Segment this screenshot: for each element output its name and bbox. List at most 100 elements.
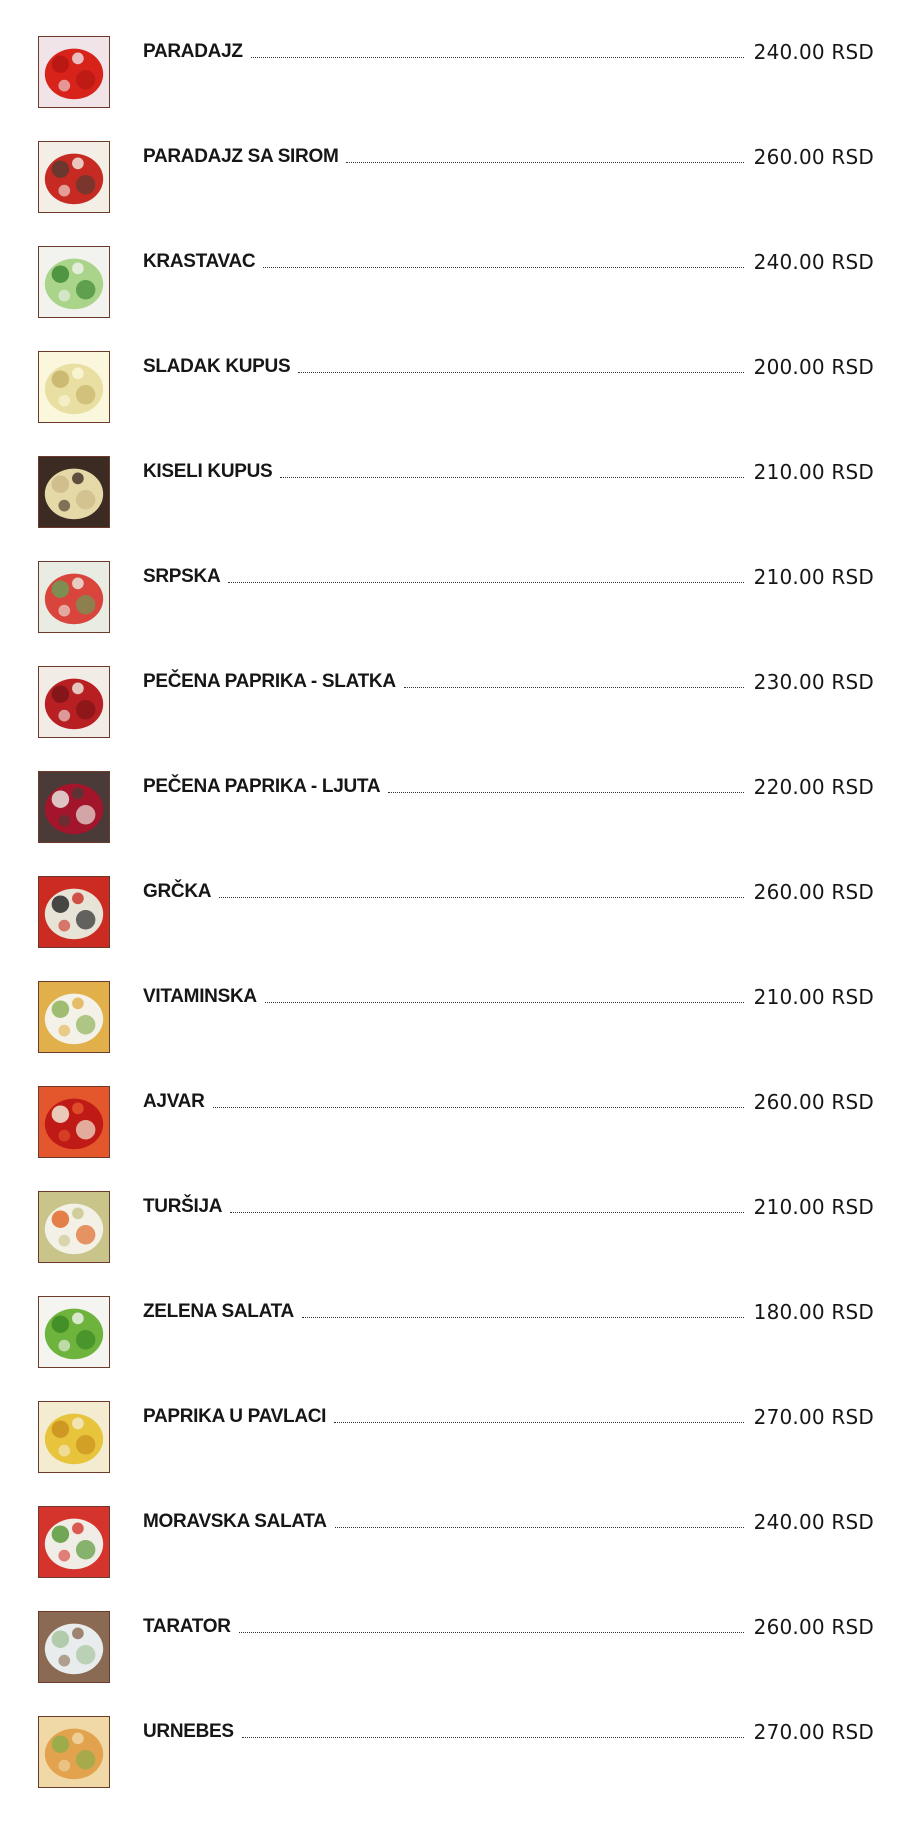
menu-item-row: VITAMINSKA 210.00 RSD: [143, 982, 874, 1008]
dish-name: PEČENA PAPRIKA - LJUTA: [143, 776, 381, 797]
dish-name: PARADAJZ: [143, 41, 243, 62]
pepper-in-cream-photo[interactable]: [38, 1401, 110, 1473]
dotted-leader: [263, 266, 744, 268]
dish-price: 230.00 RSD: [753, 670, 874, 694]
dish-name: TARATOR: [143, 1616, 231, 1637]
dotted-leader: [346, 161, 744, 163]
dish-name: TURŠIJA: [143, 1196, 223, 1217]
dotted-leader: [250, 56, 744, 58]
dish-name: MORAVSKA SALATA: [143, 1511, 327, 1532]
menu-item: GRČKA 260.00 RSD: [38, 876, 874, 981]
dish-price: 210.00 RSD: [753, 985, 874, 1009]
menu-item: PEČENA PAPRIKA - SLATKA 230.00 RSD: [38, 666, 874, 771]
dish-name: URNEBES: [143, 1721, 234, 1742]
serbian-salad-photo[interactable]: [38, 561, 110, 633]
menu-item-row: KISELI KUPUS 210.00 RSD: [143, 457, 874, 483]
greek-salad-photo[interactable]: [38, 876, 110, 948]
dotted-leader: [301, 1316, 744, 1318]
dish-price: 260.00 RSD: [753, 1615, 874, 1639]
menu-item-row: TURŠIJA 210.00 RSD: [143, 1192, 874, 1218]
dotted-leader: [334, 1526, 744, 1528]
dotted-leader: [403, 686, 744, 688]
menu-item: VITAMINSKA 210.00 RSD: [38, 981, 874, 1086]
menu-item: KISELI KUPUS 210.00 RSD: [38, 456, 874, 561]
green-salad-photo[interactable]: [38, 1296, 110, 1368]
dish-price: 240.00 RSD: [753, 250, 874, 274]
menu-item: PARADAJZ 240.00 RSD: [38, 36, 874, 141]
moravian-salad-photo[interactable]: [38, 1506, 110, 1578]
dotted-leader: [212, 1106, 744, 1108]
dotted-leader: [219, 896, 744, 898]
dotted-leader: [334, 1421, 744, 1423]
tomato-salad-photo[interactable]: [38, 36, 110, 108]
menu-item-row: MORAVSKA SALATA 240.00 RSD: [143, 1507, 874, 1533]
menu-item: SLADAK KUPUS 200.00 RSD: [38, 351, 874, 456]
dish-price: 260.00 RSD: [753, 880, 874, 904]
roasted-hot-pepper-photo[interactable]: [38, 771, 110, 843]
menu-item: URNEBES 270.00 RSD: [38, 1716, 874, 1821]
menu-item-row: SLADAK KUPUS 200.00 RSD: [143, 352, 874, 378]
menu-item: PEČENA PAPRIKA - LJUTA 220.00 RSD: [38, 771, 874, 876]
vitamin-salad-photo[interactable]: [38, 981, 110, 1053]
dish-name: SLADAK KUPUS: [143, 356, 291, 377]
menu-item: PARADAJZ SA SIROM 260.00 RSD: [38, 141, 874, 246]
dish-price: 210.00 RSD: [753, 565, 874, 589]
menu-item: TARATOR 260.00 RSD: [38, 1611, 874, 1716]
menu-item: MORAVSKA SALATA 240.00 RSD: [38, 1506, 874, 1611]
dish-name: KISELI KUPUS: [143, 461, 273, 482]
dotted-leader: [238, 1631, 744, 1633]
tarator-photo[interactable]: [38, 1611, 110, 1683]
menu-item-row: PEČENA PAPRIKA - LJUTA 220.00 RSD: [143, 772, 874, 798]
salad-menu-list: PARADAJZ 240.00 RSD PARADAJZ SA SIROM 26…: [38, 36, 874, 1821]
dish-name: KRASTAVAC: [143, 251, 256, 272]
ajvar-photo[interactable]: [38, 1086, 110, 1158]
tomato-cheese-salad-photo[interactable]: [38, 141, 110, 213]
menu-item-row: ZELENA SALATA 180.00 RSD: [143, 1297, 874, 1323]
menu-item: KRASTAVAC 240.00 RSD: [38, 246, 874, 351]
dotted-leader: [388, 791, 744, 793]
dotted-leader: [264, 1001, 744, 1003]
menu-item: AJVAR 260.00 RSD: [38, 1086, 874, 1191]
menu-item-row: AJVAR 260.00 RSD: [143, 1087, 874, 1113]
dish-price: 180.00 RSD: [753, 1300, 874, 1324]
menu-item: PAPRIKA U PAVLACI 270.00 RSD: [38, 1401, 874, 1506]
dish-price: 260.00 RSD: [753, 145, 874, 169]
menu-item-row: KRASTAVAC 240.00 RSD: [143, 247, 874, 273]
dish-price: 220.00 RSD: [753, 775, 874, 799]
dish-name: PARADAJZ SA SIROM: [143, 146, 339, 167]
menu-item-row: PARADAJZ SA SIROM 260.00 RSD: [143, 142, 874, 168]
dish-price: 270.00 RSD: [753, 1405, 874, 1429]
roasted-sweet-pepper-photo[interactable]: [38, 666, 110, 738]
dish-price: 240.00 RSD: [753, 40, 874, 64]
cucumber-salad-photo[interactable]: [38, 246, 110, 318]
dish-name: PAPRIKA U PAVLACI: [143, 1406, 327, 1427]
menu-item: SRPSKA 210.00 RSD: [38, 561, 874, 666]
menu-item-row: PARADAJZ 240.00 RSD: [143, 37, 874, 63]
dish-name: PEČENA PAPRIKA - SLATKA: [143, 671, 396, 692]
dish-price: 200.00 RSD: [753, 355, 874, 379]
dish-name: GRČKA: [143, 881, 212, 902]
menu-item-row: URNEBES 270.00 RSD: [143, 1717, 874, 1743]
dish-price: 240.00 RSD: [753, 1510, 874, 1534]
dish-price: 210.00 RSD: [753, 1195, 874, 1219]
pickled-vegetables-photo[interactable]: [38, 1191, 110, 1263]
menu-item: ZELENA SALATA 180.00 RSD: [38, 1296, 874, 1401]
dotted-leader: [228, 581, 744, 583]
cabbage-salad-photo[interactable]: [38, 351, 110, 423]
menu-item-row: PEČENA PAPRIKA - SLATKA 230.00 RSD: [143, 667, 874, 693]
menu-item-row: SRPSKA 210.00 RSD: [143, 562, 874, 588]
sauerkraut-photo[interactable]: [38, 456, 110, 528]
dish-price: 210.00 RSD: [753, 460, 874, 484]
dotted-leader: [280, 476, 744, 478]
menu-item-row: GRČKA 260.00 RSD: [143, 877, 874, 903]
dotted-leader: [241, 1736, 744, 1738]
dish-name: ZELENA SALATA: [143, 1301, 294, 1322]
menu-item-row: TARATOR 260.00 RSD: [143, 1612, 874, 1638]
dish-price: 260.00 RSD: [753, 1090, 874, 1114]
menu-item-row: PAPRIKA U PAVLACI 270.00 RSD: [143, 1402, 874, 1428]
dish-price: 270.00 RSD: [753, 1720, 874, 1744]
urnebes-photo[interactable]: [38, 1716, 110, 1788]
dish-name: VITAMINSKA: [143, 986, 257, 1007]
dotted-leader: [230, 1211, 744, 1213]
dish-name: SRPSKA: [143, 566, 221, 587]
